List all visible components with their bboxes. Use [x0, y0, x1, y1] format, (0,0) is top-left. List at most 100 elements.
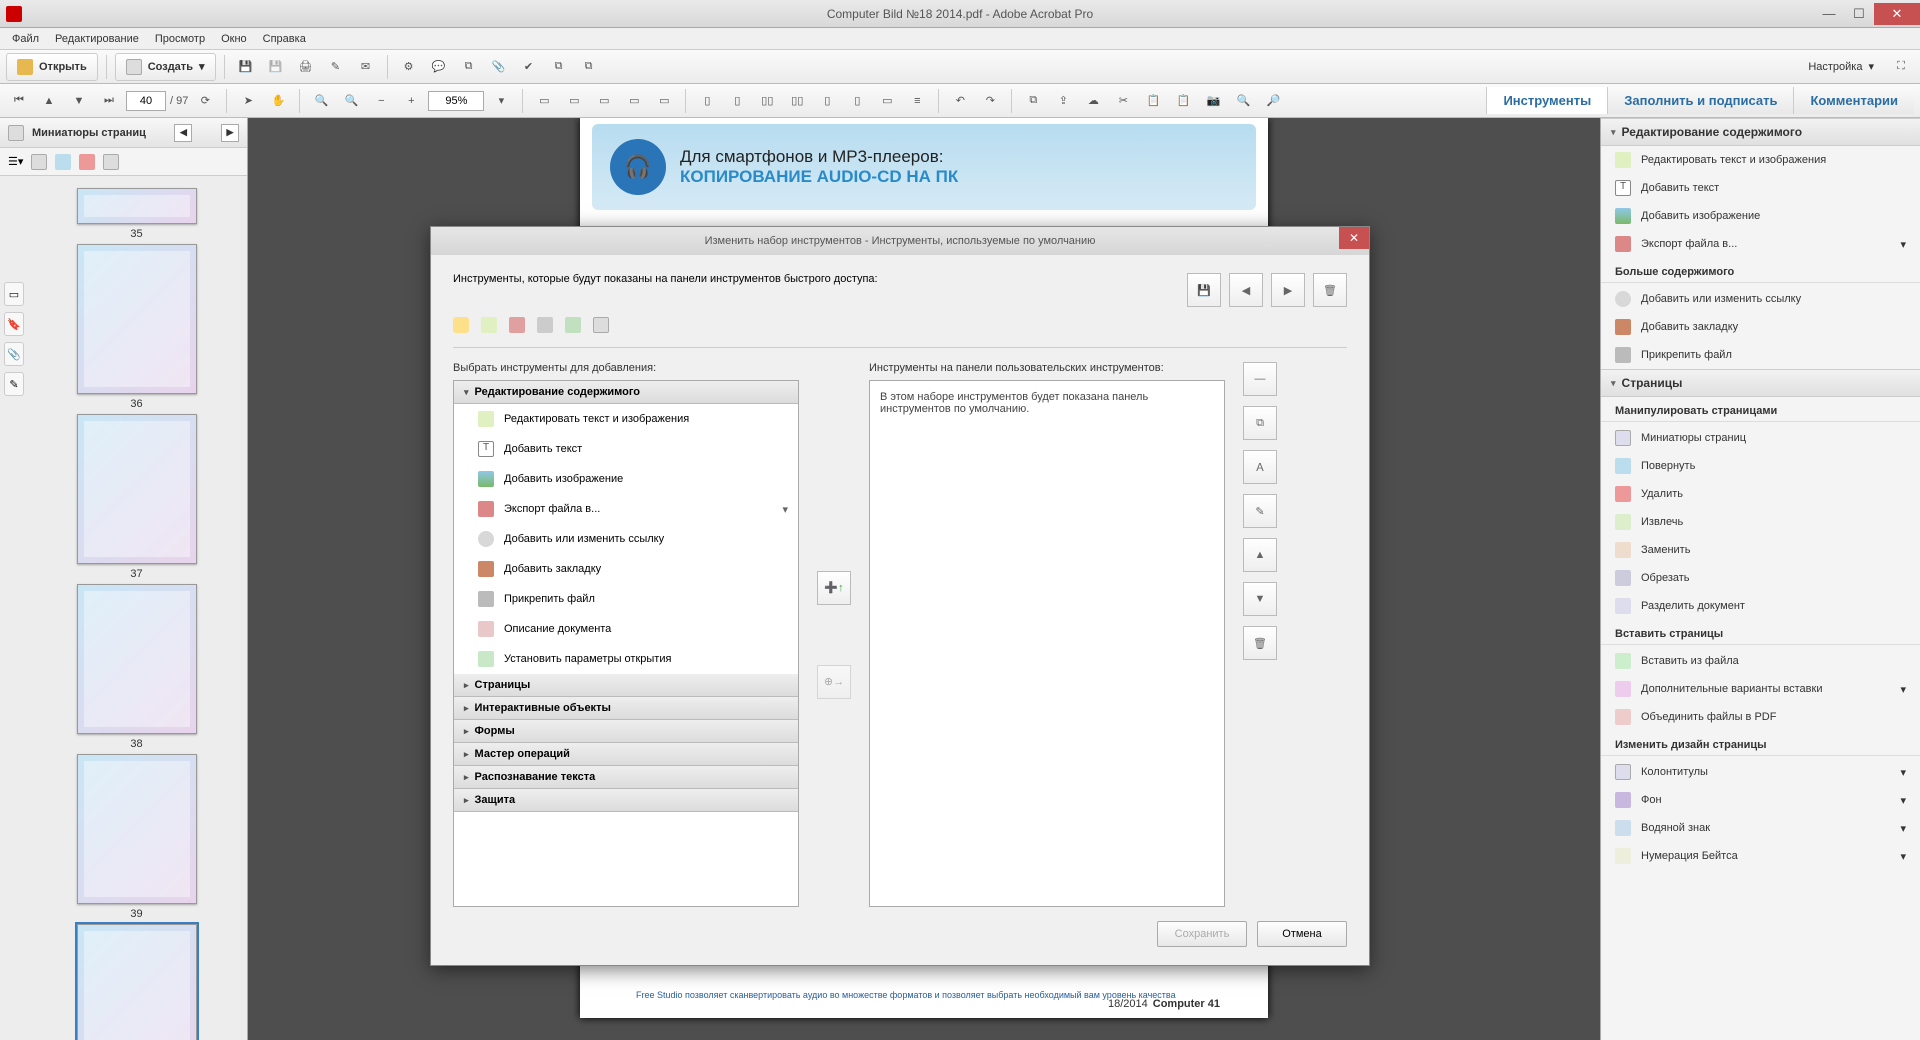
- next-page-icon[interactable]: ▼: [66, 88, 92, 114]
- menu-edit[interactable]: Редактирование: [47, 31, 147, 47]
- layout5-icon[interactable]: ▯: [814, 88, 840, 114]
- fit-width-icon[interactable]: ▭: [561, 88, 587, 114]
- sidetab-thumbs-icon[interactable]: ▭: [4, 282, 24, 306]
- tree-section-interactive[interactable]: Интерактивные объекты: [454, 697, 798, 720]
- zoom-in-icon[interactable]: +: [398, 88, 424, 114]
- edit-button[interactable]: ✎: [1243, 494, 1277, 528]
- thumb-item[interactable]: 40: [34, 924, 239, 1040]
- sep-button[interactable]: —: [1243, 362, 1277, 396]
- tool-watermark[interactable]: Водяной знак▾: [1601, 814, 1920, 842]
- prev-page-icon[interactable]: ▲: [36, 88, 62, 114]
- tool-export-file[interactable]: Экспорт файла в...▾: [1601, 230, 1920, 258]
- export-icon[interactable]: ⇪: [1050, 88, 1076, 114]
- layout2-icon[interactable]: ▯: [724, 88, 750, 114]
- page-number-input[interactable]: [126, 91, 166, 111]
- mail-icon[interactable]: ✉: [353, 54, 379, 80]
- quick-edit-icon[interactable]: [481, 317, 497, 333]
- tool-delete[interactable]: Удалить: [1601, 480, 1920, 508]
- tree-item[interactable]: Прикрепить файл: [454, 584, 798, 614]
- layout4-icon[interactable]: ▯▯: [784, 88, 810, 114]
- tab-tools[interactable]: Инструменты: [1486, 87, 1607, 114]
- toolset-save-icon[interactable]: 💾: [1187, 273, 1221, 307]
- comment-icon[interactable]: 💬: [426, 54, 452, 80]
- thumb-delete-icon[interactable]: [79, 154, 95, 170]
- tab-sign[interactable]: Заполнить и подписать: [1607, 87, 1793, 114]
- tool-insert-more[interactable]: Дополнительные варианты вставки▾: [1601, 675, 1920, 703]
- sidetab-attach-icon[interactable]: 📎: [4, 342, 24, 366]
- hand-tool-icon[interactable]: ✋: [265, 88, 291, 114]
- minimize-button[interactable]: —: [1814, 3, 1844, 25]
- gear-icon[interactable]: ⚙: [396, 54, 422, 80]
- thumb-item[interactable]: 35: [34, 188, 239, 240]
- menu-window[interactable]: Окно: [213, 31, 255, 47]
- view1-icon[interactable]: ▭: [591, 88, 617, 114]
- available-tools-tree[interactable]: Редактирование содержимого Редактировать…: [453, 380, 799, 907]
- toolset-delete-icon[interactable]: 🗑: [1313, 273, 1347, 307]
- tool-add-text[interactable]: Добавить текст: [1601, 174, 1920, 202]
- thumb-new-icon[interactable]: [31, 154, 47, 170]
- last-page-icon[interactable]: ⏭: [96, 88, 122, 114]
- open-button[interactable]: Открыть: [6, 53, 98, 81]
- arrow-tool-icon[interactable]: ➤: [235, 88, 261, 114]
- remove-icon[interactable]: 🗑: [1243, 626, 1277, 660]
- thumb-item[interactable]: 38: [34, 584, 239, 750]
- close-button[interactable]: ✕: [1874, 3, 1920, 25]
- tree-item[interactable]: Добавить или изменить ссылку: [454, 524, 798, 554]
- tree-section-pages[interactable]: Страницы: [454, 674, 798, 697]
- cloud-icon[interactable]: ☁: [1080, 88, 1106, 114]
- thumb-list[interactable]: 35 36 37 38 39 40: [0, 176, 247, 1040]
- tool-extract[interactable]: Извлечь: [1601, 508, 1920, 536]
- tool-attach-file[interactable]: Прикрепить файл: [1601, 341, 1920, 369]
- tree-section-wizard[interactable]: Мастер операций: [454, 743, 798, 766]
- zoom-dynamic-icon[interactable]: 🔍: [338, 88, 364, 114]
- layout7-icon[interactable]: ▭: [874, 88, 900, 114]
- tree-item[interactable]: Экспорт файла в...▾: [454, 494, 798, 524]
- redo-icon[interactable]: ↷: [977, 88, 1003, 114]
- layout8-icon[interactable]: ≡: [904, 88, 930, 114]
- toolset-prev-icon[interactable]: ◀: [1229, 273, 1263, 307]
- tool-header-footer[interactable]: Колонтитулы▾: [1601, 758, 1920, 786]
- selected-tools-box[interactable]: В этом наборе инструментов будет показан…: [869, 380, 1225, 907]
- toolset-next-icon[interactable]: ▶: [1271, 273, 1305, 307]
- tool6-icon[interactable]: ⧉: [546, 54, 572, 80]
- move-down-icon[interactable]: ▼: [1243, 582, 1277, 616]
- quick-attach-icon[interactable]: [537, 317, 553, 333]
- tool-add-image[interactable]: Добавить изображение: [1601, 202, 1920, 230]
- save-icon[interactable]: 💾: [233, 54, 259, 80]
- thumb-next-icon[interactable]: ▶: [221, 124, 239, 142]
- tree-section-ocr[interactable]: Распознавание текста: [454, 766, 798, 789]
- tool-insert-file[interactable]: Вставить из файла: [1601, 647, 1920, 675]
- search-icon[interactable]: 🔍: [1230, 88, 1256, 114]
- tool-background[interactable]: Фон▾: [1601, 786, 1920, 814]
- thumb-prev-icon[interactable]: ◀: [174, 124, 192, 142]
- clipboard-icon[interactable]: 📋: [1140, 88, 1166, 114]
- zoom-dropdown-icon[interactable]: ▾: [488, 88, 514, 114]
- tree-item[interactable]: Установить параметры открытия: [454, 644, 798, 674]
- tool-split[interactable]: Разделить документ: [1601, 592, 1920, 620]
- thumb-item[interactable]: 36: [34, 244, 239, 410]
- customize-button[interactable]: Настройка▾: [1798, 53, 1884, 81]
- tree-item[interactable]: Описание документа: [454, 614, 798, 644]
- add-instruction-button[interactable]: ⊕→: [817, 665, 851, 699]
- copy-icon[interactable]: ⧉: [1020, 88, 1046, 114]
- tree-item[interactable]: Добавить изображение: [454, 464, 798, 494]
- tool-crop[interactable]: Обрезать: [1601, 564, 1920, 592]
- section-edit-content[interactable]: Редактирование содержимого: [1601, 118, 1920, 146]
- cut-icon[interactable]: ✂: [1110, 88, 1136, 114]
- sidetab-bookmark-icon[interactable]: 🔖: [4, 312, 24, 336]
- move-up-icon[interactable]: ▲: [1243, 538, 1277, 572]
- tree-item[interactable]: Добавить закладку: [454, 554, 798, 584]
- dialog-close-icon[interactable]: ✕: [1339, 227, 1369, 249]
- attach-icon[interactable]: 📎: [486, 54, 512, 80]
- fit-page-icon[interactable]: ▭: [531, 88, 557, 114]
- zoom-input[interactable]: [428, 91, 484, 111]
- edit-icon[interactable]: ✎: [323, 54, 349, 80]
- section-pages[interactable]: Страницы: [1601, 369, 1920, 397]
- add-tool-button[interactable]: ➕↑: [817, 571, 851, 605]
- first-page-icon[interactable]: ⏮: [6, 88, 32, 114]
- maximize-button[interactable]: ☐: [1844, 3, 1874, 25]
- camera-icon[interactable]: 📷: [1200, 88, 1226, 114]
- thumb-rotate-icon[interactable]: [55, 154, 71, 170]
- tree-section-content-edit[interactable]: Редактирование содержимого: [454, 381, 798, 404]
- view2-icon[interactable]: ▭: [621, 88, 647, 114]
